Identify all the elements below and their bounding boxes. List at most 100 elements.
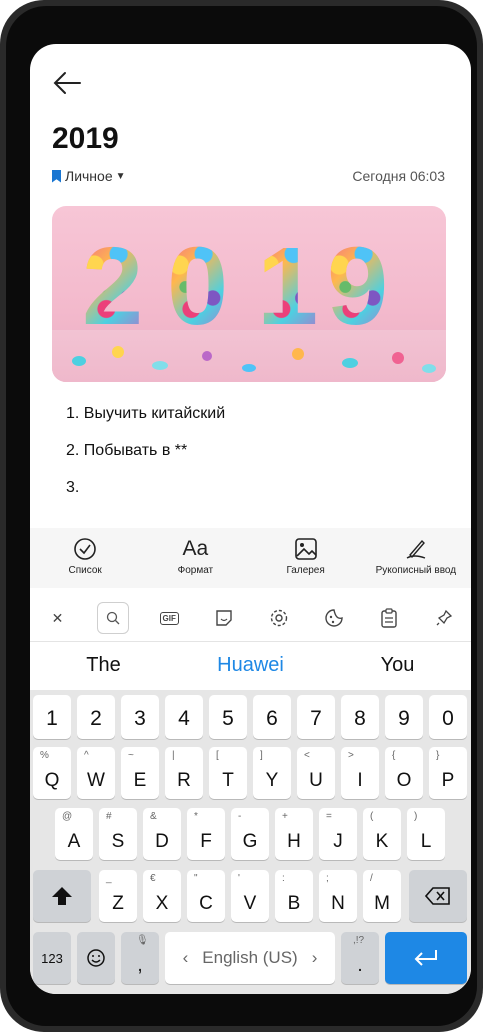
toolbar-label: Формат [177,565,214,576]
screen: 2019 Личное ▼ Сегодня 06:03 2 0 1 9 1. В… [30,44,471,994]
numbers-key[interactable]: 123 [33,932,71,984]
image-ball [392,352,404,364]
key-label: R [177,770,191,791]
space-right-arrow-icon: › [311,948,318,967]
key-x[interactable]: € X [143,870,181,922]
key-label: X [155,893,169,914]
key-label: P [441,770,455,791]
pin-icon[interactable] [429,603,459,633]
key-t[interactable]: [T [209,747,247,799]
key-w[interactable]: ^ W [77,747,115,799]
note-title[interactable]: 2019 [52,122,119,156]
key-v[interactable]: ' V [231,870,269,922]
key-label: C [199,893,213,914]
image-digit: 2 [82,225,144,348]
key-3[interactable]: 3 [121,695,159,739]
category-selector[interactable]: Личное ▼ [52,168,126,184]
key-u[interactable]: < U [297,747,335,799]
key-label: G [242,831,258,852]
key-4[interactable]: 4 [165,695,203,739]
key-o[interactable]: {O [385,747,423,799]
mic-icon: 🎙︎ [136,935,149,946]
handwriting-button[interactable]: Рукописный ввод [361,528,471,588]
theme-icon[interactable] [319,603,349,633]
key-i[interactable]: > I [341,747,379,799]
list-item: 3. [66,479,80,496]
emoji-icon [87,949,105,967]
suggestion-item[interactable]: The [30,654,177,677]
enter-key[interactable] [385,932,467,984]
key-sub: " [194,873,198,884]
close-icon[interactable]: ✕ [42,603,72,633]
note-body[interactable]: 1. Выучить китайский 2. Побывать в ** 3. [66,404,225,515]
image-ball [72,356,86,366]
key-label: . [357,955,363,976]
back-arrow-icon[interactable] [52,70,82,96]
period-key[interactable]: ,!? . [341,932,379,984]
gif-icon[interactable]: GIF [154,603,184,633]
comma-key[interactable]: 🎙︎ , [121,932,159,984]
gallery-button[interactable]: Галерея [251,528,361,588]
key-m[interactable]: / M [363,870,401,922]
key-5[interactable]: 5 [209,695,247,739]
key-l[interactable]: ) L [407,808,445,860]
key-7[interactable]: 7 [297,695,335,739]
key-g[interactable]: -G [231,808,269,860]
key-8[interactable]: 8 [341,695,379,739]
key-d[interactable]: & D [143,808,181,860]
key-sub: ~ [128,750,134,761]
key-sub: ; [326,873,329,884]
key-2[interactable]: 2 [77,695,115,739]
backspace-key[interactable] [409,870,467,922]
key-y[interactable]: ] Y [253,747,291,799]
key-s[interactable]: # S [99,808,137,860]
key-label: 1 [46,707,58,730]
shift-key[interactable] [33,870,91,922]
key-sub: [ [216,750,219,761]
key-p[interactable]: } P [429,747,467,799]
key-0[interactable]: 0 [429,695,467,739]
enter-icon [414,950,437,966]
key-j[interactable]: = J [319,808,357,860]
sticker-icon[interactable] [209,603,239,633]
space-key[interactable]: ‹ English (US) › [165,932,335,984]
phone-frame: 2019 Личное ▼ Сегодня 06:03 2 0 1 9 1. В… [0,0,483,1032]
format-icon: Aa [182,537,209,560]
key-h[interactable]: + H [275,808,313,860]
key-n[interactable]: ; N [319,870,357,922]
suggestion-item[interactable]: You [324,654,471,677]
key-label: K [375,831,389,852]
checklist-button[interactable]: Список [30,528,140,588]
search-icon[interactable] [97,602,130,634]
clipboard-icon[interactable] [374,603,404,633]
key-sub: { [392,750,396,761]
key-b[interactable]: :B [275,870,313,922]
image-ball [112,346,124,358]
key-c[interactable]: " C [187,870,225,922]
backspace-icon [425,887,450,905]
key-z[interactable]: _ Z [99,870,137,922]
key-sub: ^ [84,750,89,761]
key-label: E [133,770,147,791]
key-sub: ,!? [353,935,365,946]
key-sub: & [150,811,157,822]
key-label: T [222,770,234,791]
key-label: S [111,831,125,852]
note-image[interactable]: 2 0 1 9 [52,206,446,382]
key-label: W [87,770,105,791]
image-ball [292,348,304,360]
key-e[interactable]: ~ E [121,747,159,799]
key-r[interactable]: | R [165,747,203,799]
key-a[interactable]: @ A [55,808,93,860]
emoji-key[interactable] [77,932,115,984]
format-button[interactable]: Aa Формат [140,528,250,588]
key-1[interactable]: 1 [33,695,71,739]
key-9[interactable]: 9 [385,695,423,739]
key-k[interactable]: (K [363,808,401,860]
image-digit: 1 [257,225,319,348]
key-6[interactable]: 6 [253,695,291,739]
key-f[interactable]: * F [187,808,225,860]
settings-icon[interactable] [264,603,294,633]
key-q[interactable]: % Q [33,747,71,799]
suggestion-item[interactable]: Huawei [177,654,324,677]
